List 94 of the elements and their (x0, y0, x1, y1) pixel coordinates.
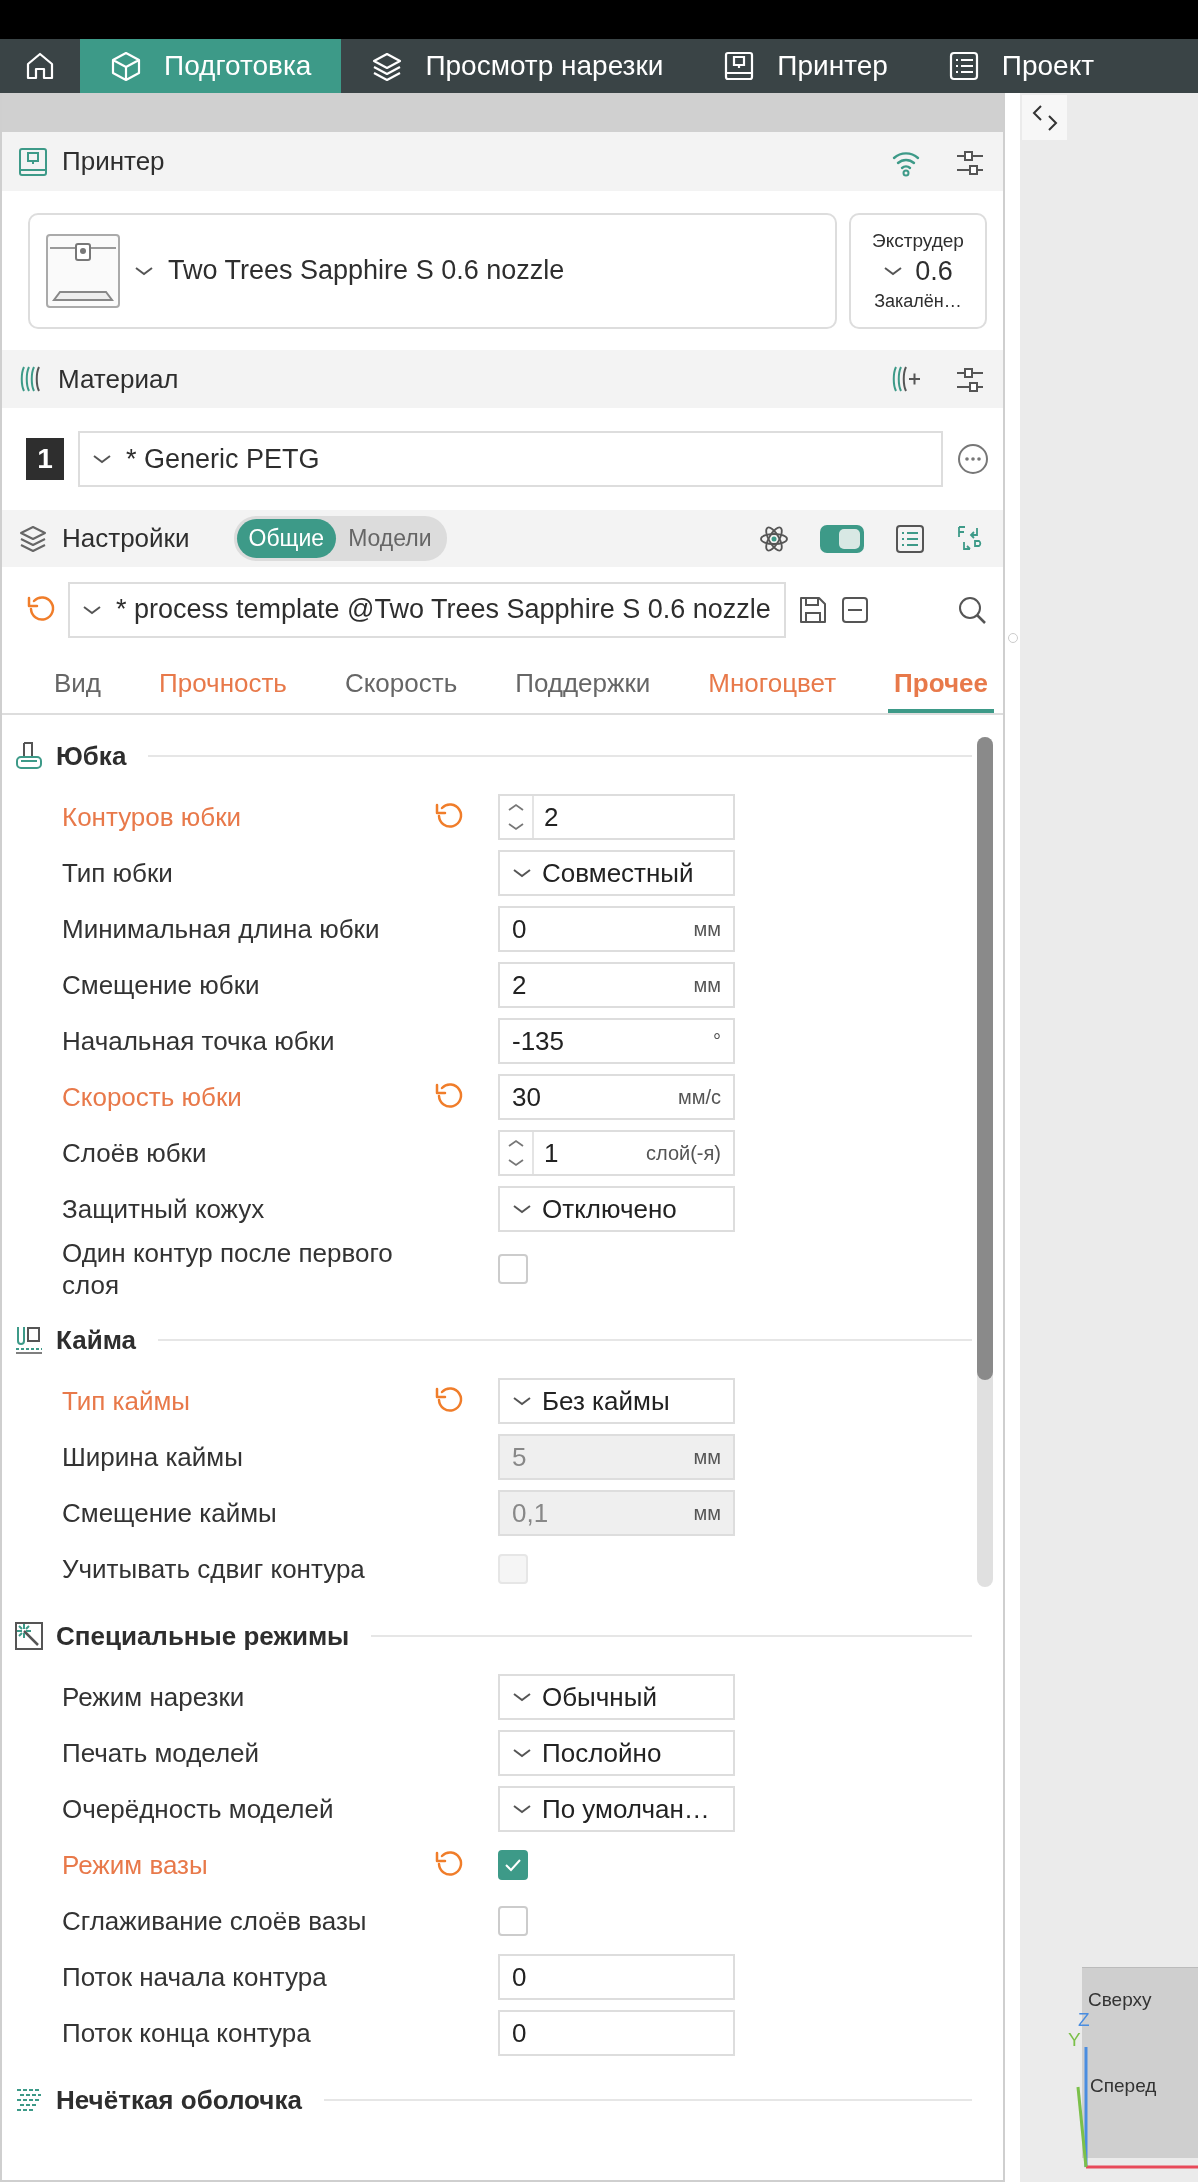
skirt-icon (14, 741, 44, 771)
scrollbar-thumb[interactable] (977, 737, 993, 1380)
collapse-button[interactable] (1022, 95, 1067, 140)
group-title: Юбка (56, 740, 127, 772)
cube-face-label: Сперед (1090, 2075, 1157, 2097)
printer-name: Two Trees Sapphire S 0.6 nozzle (168, 255, 565, 286)
printer-icon (18, 146, 48, 177)
printer-selector[interactable]: Two Trees Sapphire S 0.6 nozzle (28, 212, 837, 329)
chevron-down-icon (512, 1803, 532, 1815)
axis-label: Z (1078, 2009, 1090, 2031)
option-label: Тип каймы (62, 1385, 192, 1417)
option-label: Режим вазы (62, 1849, 209, 1881)
option-label: Сглаживание слоёв вазы (62, 1905, 368, 1937)
minus-box-icon[interactable] (840, 594, 870, 625)
option-label: Поток начала контура (62, 1961, 328, 1993)
more-icon[interactable] (957, 443, 989, 475)
spin-field[interactable]: 1 слой(-я) (498, 1130, 735, 1176)
dropdown[interactable]: По умолчан… (498, 1786, 735, 1832)
settings-tab[interactable]: Поддержки (509, 658, 657, 713)
chevron-down-icon (512, 1395, 532, 1407)
chevron-down-icon (512, 1691, 532, 1703)
checkbox[interactable] (498, 1254, 528, 1284)
scope-option[interactable]: Модели (336, 519, 444, 558)
option-label: Печать моделей (62, 1737, 261, 1769)
spin-field[interactable]: 2 (498, 794, 735, 840)
option-label: Скорость юбки (62, 1081, 243, 1113)
list-icon[interactable] (895, 523, 925, 554)
printer-icon (723, 50, 756, 82)
option-label: Контуров юбки (62, 801, 243, 833)
code-arrows-icon (1030, 102, 1059, 133)
nav-tab[interactable]: Принтер (693, 39, 918, 93)
home-icon (24, 50, 56, 82)
chevron-down-icon (512, 1203, 532, 1215)
input-field[interactable]: 2 мм (498, 962, 735, 1008)
group-title: Специальные режимы (56, 1620, 350, 1652)
save-icon[interactable] (798, 594, 828, 625)
layers-icon (18, 523, 48, 554)
search-icon[interactable] (957, 594, 987, 625)
group-title: Кайма (56, 1324, 136, 1356)
filament-dropdown[interactable]: * Generic PETG (78, 431, 943, 487)
filament-number: 1 (26, 438, 64, 480)
cube-icon (110, 50, 142, 82)
option-label: Режим нарезки (62, 1681, 246, 1713)
layers-icon (371, 50, 404, 82)
add-filament-icon[interactable] (891, 364, 921, 394)
chevron-down-icon (92, 453, 112, 465)
option-label: Очерёдность моделей (62, 1793, 335, 1825)
extruder-selector[interactable]: Экструдер 0.6 Закалён… (849, 212, 987, 329)
option-label: Начальная точка юбки (62, 1025, 336, 1057)
section-title: Настройки (62, 523, 190, 554)
dropdown[interactable]: Совместный (498, 850, 735, 896)
preset-dropdown[interactable]: * process template @Two Trees Sapphire S 0.6 nozzle (68, 581, 786, 638)
option-label: Учитывать сдвиг контура (62, 1553, 366, 1585)
nozzle-diameter: 0.6 (915, 255, 953, 287)
dropdown[interactable]: Без каймы (498, 1378, 735, 1424)
option-label: Слоёв юбки (62, 1137, 208, 1169)
brim-icon (14, 1325, 44, 1355)
option-label: Тип юбки (62, 857, 174, 889)
input-field[interactable]: 0 (498, 1954, 735, 2000)
nav-tab[interactable]: Просмотр нарезки (341, 39, 694, 93)
toggle-switch[interactable] (819, 523, 865, 554)
nozzle-type: Закалён… (874, 290, 962, 312)
section-title: Принтер (62, 146, 165, 177)
chevron-down-icon (82, 603, 102, 616)
dropdown[interactable]: Отключено (498, 1186, 735, 1232)
input-field[interactable]: 30 мм/с (498, 1074, 735, 1120)
input-field[interactable]: 0 (498, 2010, 735, 2056)
option-label: Один контур после первого слоя (62, 1237, 394, 1301)
nav-tab[interactable]: Проект (917, 39, 1125, 93)
group-title: Нечёткая оболочка (56, 2084, 302, 2116)
settings-tab[interactable]: Скорость (338, 658, 464, 713)
axis-label: Y (1068, 2029, 1081, 2051)
extruder-label: Экструдер (872, 229, 964, 252)
cube-face-label: Сверху (1088, 1989, 1152, 2011)
input-field[interactable]: -135 ° (498, 1018, 735, 1064)
chevron-down-icon (512, 1747, 532, 1759)
settings-tab[interactable]: Вид (48, 658, 108, 713)
dropdown[interactable]: Послойно (498, 1730, 735, 1776)
option-label: Минимальная длина юбки (62, 913, 381, 945)
option-label: Смещение юбки (62, 969, 261, 1001)
option-label: Защитный кожух (62, 1193, 266, 1225)
list-icon (947, 50, 980, 82)
checkbox[interactable] (498, 1850, 528, 1880)
option-label: Смещение каймы (62, 1497, 278, 1529)
option-label: Поток конца контура (62, 2017, 312, 2049)
input-field[interactable]: 0 мм (498, 906, 735, 952)
magic-wand-icon (14, 1621, 44, 1651)
option-label: Ширина каймы (62, 1441, 244, 1473)
section-title: Материал (58, 363, 179, 395)
chevron-down-icon (883, 265, 904, 277)
dropdown[interactable]: Обычный (498, 1674, 735, 1720)
chevron-down-icon (134, 264, 154, 277)
checkbox[interactable] (498, 1906, 528, 1936)
chevron-down-icon (512, 867, 532, 879)
